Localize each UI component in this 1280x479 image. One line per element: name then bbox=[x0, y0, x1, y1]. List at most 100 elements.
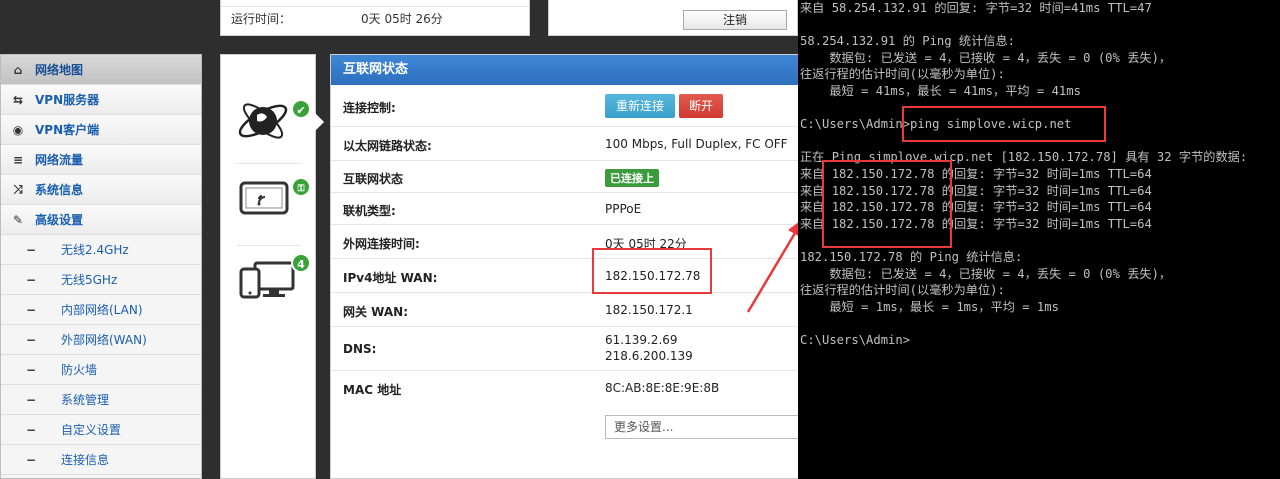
sidebar-item-advanced[interactable]: ✎ 高级设置 bbox=[1, 205, 201, 235]
sidebar-item-vpn-client[interactable]: ◉ VPN客户端 bbox=[1, 115, 201, 145]
ethernet-value: 100 Mbps, Full Duplex, FC OFF bbox=[605, 137, 788, 151]
sidebar-item-label: 网络流量 bbox=[35, 153, 84, 167]
console-line: 最短 = 41ms，最长 = 41ms，平均 = 41ms bbox=[800, 83, 1081, 98]
dns-row: DNS: 61.139.2.69 218.6.200.139 bbox=[331, 327, 801, 371]
internet-status-panel: 互联网状态 连接控制: 重新连接 断开 以太网链路状态: 100 Mbps, F… bbox=[330, 54, 801, 479]
sidebar-subitem-label: 内部网络(LAN) bbox=[61, 303, 143, 317]
dash-icon: − bbox=[25, 242, 37, 257]
dash-icon: − bbox=[25, 272, 37, 287]
mac-value: 8C:AB:8E:8E:9E:8B bbox=[605, 381, 720, 395]
conn-type-value: PPPoE bbox=[605, 202, 642, 216]
vpn-server-icon: ⇆ bbox=[12, 92, 24, 107]
clients-tile[interactable]: 4 bbox=[235, 253, 311, 313]
sidebar-subitem-label: 无线2.4GHz bbox=[61, 243, 129, 257]
console-line: 182.150.172.78 的 Ping 统计信息: bbox=[800, 249, 1023, 264]
network-map-icons: ✔ ⚿ 4 bbox=[220, 54, 316, 479]
inet-status-row: 互联网状态 已连接上 bbox=[331, 161, 801, 193]
gateway-label: 网关 WAN: bbox=[343, 305, 409, 319]
sidebar-item-label: 系统信息 bbox=[35, 183, 84, 197]
ipv4-row: IPv4地址 WAN: 182.150.172.78 bbox=[331, 259, 801, 293]
ethernet-row: 以太网链路状态: 100 Mbps, Full Duplex, FC OFF bbox=[331, 127, 801, 161]
sidebar-item-label: VPN服务器 bbox=[35, 93, 100, 107]
gateway-row: 网关 WAN: 182.150.172.1 bbox=[331, 293, 801, 327]
sidebar-subitem-lan[interactable]: − 内部网络(LAN) bbox=[1, 295, 201, 325]
sidebar-subitem-custom[interactable]: − 自定义设置 bbox=[1, 415, 201, 445]
more-settings-select[interactable]: 更多设置... bbox=[605, 415, 801, 439]
divider bbox=[237, 163, 301, 164]
inet-status-label: 互联网状态 bbox=[343, 172, 404, 186]
home-icon: ⌂ bbox=[13, 62, 23, 77]
divider bbox=[237, 245, 301, 246]
wan-uptime-label: 外网连接时间: bbox=[343, 237, 420, 251]
console-line: 往返行程的估计时间(以毫秒为单位): bbox=[800, 283, 1005, 298]
sidebar-item-label: 网络地图 bbox=[35, 63, 84, 77]
reconnect-button[interactable]: 重新连接 bbox=[605, 94, 675, 118]
disconnect-button[interactable]: 断开 bbox=[679, 94, 723, 118]
status-badge: 已连接上 bbox=[605, 169, 659, 187]
uptime-row: 运行时间： 0天 05时 26分 bbox=[231, 10, 443, 27]
sidebar-item-vpn-server[interactable]: ⇆ VPN服务器 bbox=[1, 85, 201, 115]
dash-icon: − bbox=[25, 302, 37, 317]
mac-row: MAC 地址 8C:AB:8E:8E:9E:8B bbox=[331, 371, 801, 405]
shuffle-icon: ⤨ bbox=[13, 182, 23, 196]
dash-icon: − bbox=[25, 332, 37, 347]
traffic-icon: ≡ bbox=[12, 152, 24, 167]
console-line: 数据包: 已发送 = 4，已接收 = 4，丢失 = 0 (0% 丢失)， bbox=[800, 50, 1172, 65]
gateway-value: 182.150.172.1 bbox=[605, 303, 693, 317]
sidebar-item-traffic[interactable]: ≡ 网络流量 bbox=[1, 145, 201, 175]
ethernet-label: 以太网链路状态: bbox=[343, 139, 432, 153]
wan-uptime-row: 外网连接时间: 0天 05时 22分 bbox=[331, 225, 801, 259]
sidebar-subitem-wan[interactable]: − 外部网络(WAN) bbox=[1, 325, 201, 355]
console-line: 58.254.132.91 的 Ping 统计信息: bbox=[800, 34, 1016, 49]
lock-icon: ⚿ bbox=[291, 177, 311, 197]
sidebar-subitem-firewall[interactable]: − 防火墙 bbox=[1, 355, 201, 385]
sidebar-item-network-map[interactable]: ⌂ 网络地图 bbox=[1, 55, 201, 85]
dns-secondary: 218.6.200.139 bbox=[605, 349, 693, 363]
sidebar-subitem-wireless-5[interactable]: − 无线5GHz bbox=[1, 265, 201, 295]
wrench-icon: ✎ bbox=[12, 212, 24, 227]
ipv4-label: IPv4地址 WAN: bbox=[343, 271, 438, 285]
dash-icon: − bbox=[25, 422, 37, 437]
ping-command-highlight-box bbox=[902, 106, 1106, 142]
panel-title: 互联网状态 bbox=[331, 55, 799, 85]
sidebar-subitem-connections[interactable]: − 连接信息 bbox=[1, 445, 201, 475]
devices-icon bbox=[239, 261, 295, 299]
wireless-tile[interactable]: ⚿ bbox=[235, 175, 311, 235]
sidebar-subitem-label: 自定义设置 bbox=[61, 423, 122, 437]
dash-icon: − bbox=[25, 362, 37, 377]
internet-status-tile[interactable]: ✔ bbox=[235, 89, 311, 149]
mac-label: MAC 地址 bbox=[343, 383, 402, 397]
conn-control-label: 连接控制: bbox=[343, 101, 396, 115]
sidebar-subitem-label: 系统管理 bbox=[61, 393, 110, 407]
sidebar-subitem-admin[interactable]: − 系统管理 bbox=[1, 385, 201, 415]
tablet-wifi-icon bbox=[239, 181, 289, 215]
sidebar-subitem-label: 无线5GHz bbox=[61, 273, 118, 287]
console-line: 往返行程的估计时间(以毫秒为单位): bbox=[800, 67, 1005, 82]
connected-check-icon: ✔ bbox=[291, 99, 311, 119]
clients-count-badge: 4 bbox=[291, 253, 311, 273]
conn-control-row: 连接控制: 重新连接 断开 bbox=[331, 85, 801, 127]
conn-type-label: 联机类型: bbox=[343, 204, 396, 218]
sidebar-subitem-label: 连接信息 bbox=[61, 453, 110, 467]
conn-type-row: 联机类型: PPPoE bbox=[331, 193, 801, 225]
console-prompt: C:\Users\Admin> bbox=[800, 332, 911, 347]
sidebar-subitem-wireless-24[interactable]: − 无线2.4GHz bbox=[1, 235, 201, 265]
console-line: 最短 = 1ms，最长 = 1ms，平均 = 1ms bbox=[800, 299, 1059, 314]
console-line: 来自 58.254.132.91 的回复: 字节=32 时间=41ms TTL=… bbox=[800, 1, 1152, 15]
system-status-panel: 运行时间： 0天 05时 26分 bbox=[220, 0, 530, 36]
logout-button[interactable]: 注销 bbox=[683, 10, 787, 30]
uptime-value: 0天 05时 26分 bbox=[361, 12, 443, 26]
console-line: 数据包: 已发送 = 4，已接收 = 4，丢失 = 0 (0% 丢失)， bbox=[800, 266, 1172, 281]
dash-icon: − bbox=[25, 452, 37, 467]
sidebar-subitem-label: 外部网络(WAN) bbox=[61, 333, 147, 347]
sidebar-item-system-info[interactable]: ⤨ 系统信息 bbox=[1, 175, 201, 205]
sidebar-item-label: VPN客户端 bbox=[35, 123, 100, 137]
sidebar-item-label: 高级设置 bbox=[35, 213, 84, 227]
dns-primary: 61.139.2.69 bbox=[605, 333, 678, 347]
selection-pointer bbox=[314, 112, 324, 132]
uptime-label: 运行时间： bbox=[231, 12, 292, 26]
reply-ip-highlight-box bbox=[822, 160, 952, 248]
divider bbox=[221, 6, 529, 7]
